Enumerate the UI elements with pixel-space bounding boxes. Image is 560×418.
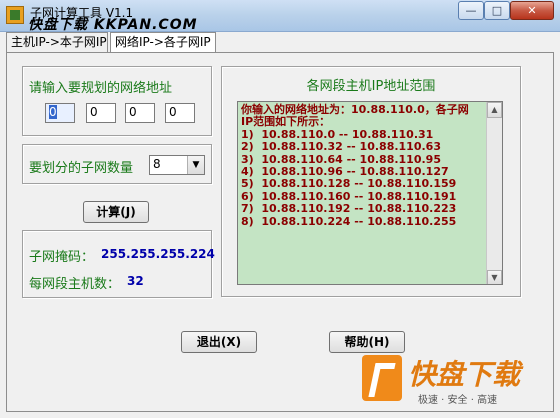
tab-network-ip[interactable]: 网络IP->各子网IP	[110, 32, 216, 52]
scroll-up-icon[interactable]: ▲	[487, 102, 502, 118]
title-bar[interactable]: 子网计算工具 V1.1 快盘下载 KKPAN.COM — □ ✕	[0, 0, 560, 33]
ip-octet-4-input[interactable]: 0	[165, 103, 195, 123]
app-window: 子网计算工具 V1.1 快盘下载 KKPAN.COM — □ ✕ 主机IP->本…	[0, 0, 560, 418]
ip-octet-3-input[interactable]: 0	[125, 103, 155, 123]
watermark-text: 快盘下载 KKPAN.COM	[28, 17, 198, 33]
app-icon	[6, 6, 24, 24]
network-address-group: 请输入要规划的网络地址 0 0 0 0	[22, 66, 212, 136]
hosts-per-subnet-label: 每网段主机数：	[29, 277, 121, 292]
ip-octet-2-input[interactable]: 0	[86, 103, 116, 123]
tab-host-ip[interactable]: 主机IP->本子网IP	[6, 32, 108, 52]
brand-logo: 快盘下载 极速 · 安全 · 高速	[362, 353, 532, 409]
results-group: 各网段主机IP地址范围 你输入的网络地址为：10.88.110.0，各子网 IP…	[221, 66, 521, 297]
help-button[interactable]: 帮助(H)	[329, 331, 405, 353]
maximize-button[interactable]: □	[484, 1, 510, 20]
results-text: 你输入的网络地址为：10.88.110.0，各子网 IP范围如下所示： 1) 1…	[241, 103, 469, 228]
scroll-down-icon[interactable]: ▼	[487, 270, 502, 284]
subnet-mask-label: 子网掩码：	[29, 250, 95, 265]
subnet-count-label: 要划分的子网数量	[29, 161, 134, 176]
calculate-button[interactable]: 计算(J)	[83, 201, 149, 223]
logo-slogan: 极速 · 安全 · 高速	[418, 395, 498, 406]
results-textarea[interactable]: 你输入的网络地址为：10.88.110.0，各子网 IP范围如下所示： 1) 1…	[237, 101, 503, 285]
chevron-down-icon[interactable]: ▼	[187, 156, 204, 174]
subnet-count-value: 8	[153, 157, 161, 171]
minimize-button[interactable]: —	[458, 1, 484, 20]
subnet-mask-value: 255.255.255.224	[101, 247, 215, 261]
subnet-count-select[interactable]: 8 ▼	[149, 155, 205, 175]
ip-octet-1-value: 0	[49, 105, 57, 119]
logo-brand-text: 快盘下载	[408, 358, 521, 391]
network-address-label: 请输入要规划的网络地址	[29, 81, 173, 96]
results-title: 各网段主机IP地址范围	[306, 79, 436, 94]
subnet-count-group: 要划分的子网数量 8 ▼	[22, 144, 212, 184]
vertical-scrollbar[interactable]: ▲ ▼	[486, 102, 502, 284]
logo-mark-icon	[362, 355, 402, 401]
close-button[interactable]: ✕	[510, 1, 554, 20]
ip-octet-1-input[interactable]: 0	[45, 103, 75, 123]
output-group: 子网掩码： 255.255.255.224 每网段主机数： 32	[22, 230, 215, 298]
exit-button[interactable]: 退出(X)	[181, 331, 257, 353]
hosts-per-subnet-value: 32	[127, 274, 144, 288]
